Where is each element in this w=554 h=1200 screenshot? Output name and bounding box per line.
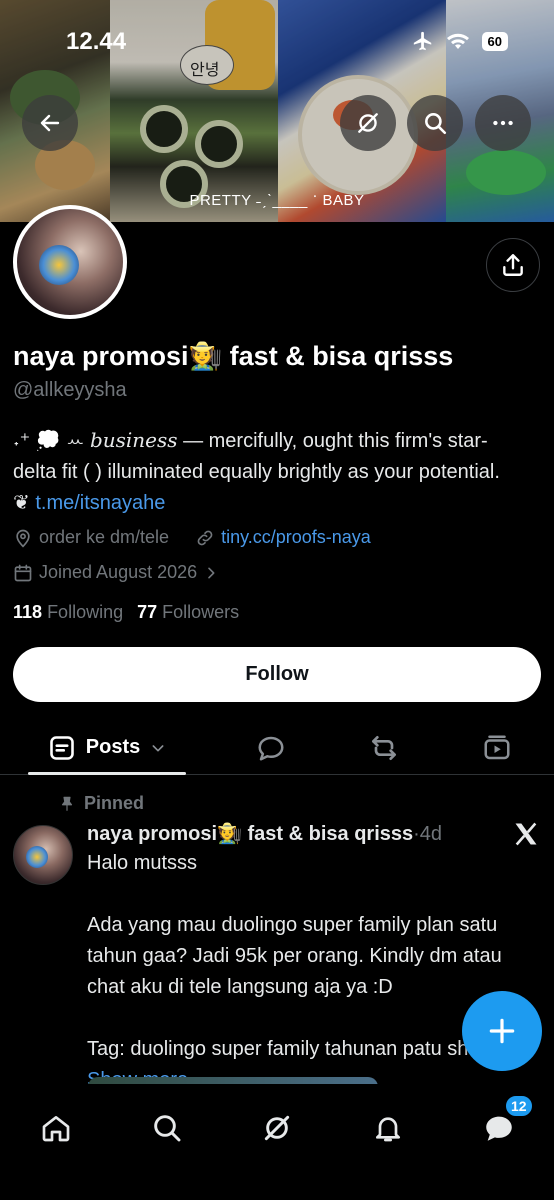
follow-counts: 118 Following 77 Followers bbox=[13, 602, 239, 623]
reply-icon bbox=[258, 736, 284, 760]
post-text: Halo mutsss Ada yang mau duolingo super … bbox=[87, 852, 513, 1060]
post-header: naya promosi🧑‍🌾 fast & bisa qrisss · 4d bbox=[87, 821, 442, 846]
status-icons: 60 bbox=[412, 30, 508, 52]
bio-emoji-prefix: ❦ bbox=[13, 492, 36, 514]
bio-text: — mercifully, ought this firm's star- bbox=[177, 430, 488, 452]
followers-label: Followers bbox=[162, 602, 240, 622]
post-timestamp[interactable]: 4d bbox=[420, 823, 442, 846]
tab-replies[interactable] bbox=[243, 720, 299, 775]
search-icon bbox=[425, 113, 447, 135]
search-button[interactable] bbox=[407, 95, 463, 151]
chevron-down-icon bbox=[152, 744, 164, 751]
active-tab-indicator bbox=[28, 772, 186, 775]
profile-avatar[interactable] bbox=[13, 205, 127, 319]
post-separator: · bbox=[413, 823, 420, 845]
grok-icon bbox=[358, 113, 378, 133]
plus-icon bbox=[489, 1018, 515, 1044]
back-arrow-icon bbox=[40, 114, 60, 132]
avatar-photo-detail bbox=[39, 245, 79, 285]
joined-date: Joined August 2026 bbox=[39, 562, 198, 582]
share-button[interactable] bbox=[486, 238, 540, 292]
location-text: order ke dm/tele bbox=[39, 527, 170, 547]
profile-tabs: Posts bbox=[0, 720, 554, 775]
bottom-navigation bbox=[0, 1084, 554, 1200]
notifications-icon bbox=[376, 1117, 400, 1142]
home-icon bbox=[42, 1116, 70, 1142]
followers-count: 77 bbox=[137, 602, 158, 622]
messages-badge: 12 bbox=[504, 1094, 534, 1118]
bio-telegram-link[interactable]: t.me/itsnayahe bbox=[35, 492, 165, 514]
display-name: naya promosi🧑‍🌾 fast & bisa qrisss bbox=[13, 341, 454, 371]
chevron-right-icon bbox=[208, 567, 215, 578]
nav-notifications[interactable] bbox=[360, 1100, 416, 1156]
bio-emoji-prefix: ˖⁺ 💭 ꕀ bbox=[13, 430, 90, 452]
airplane-icon bbox=[413, 31, 431, 51]
following-count: 118 bbox=[13, 602, 43, 622]
tab-posts[interactable]: Posts bbox=[28, 720, 186, 775]
link-icon bbox=[197, 530, 213, 545]
pin-icon bbox=[61, 796, 73, 811]
tab-videos[interactable] bbox=[469, 720, 525, 775]
grok-button[interactable] bbox=[340, 95, 396, 151]
wifi-icon bbox=[446, 33, 469, 49]
nav-search[interactable] bbox=[139, 1100, 195, 1156]
tab-posts-label: Posts bbox=[85, 736, 141, 758]
more-icon bbox=[493, 120, 513, 126]
grok-icon bbox=[264, 1115, 290, 1141]
user-handle: @allkeyysha bbox=[13, 379, 127, 401]
battery-indicator: 60 bbox=[481, 31, 508, 51]
calendar-icon bbox=[14, 564, 32, 581]
website-link[interactable]: tiny.cc/proofs-naya bbox=[221, 527, 371, 548]
location-icon bbox=[16, 529, 30, 547]
tab-reposts[interactable] bbox=[356, 720, 412, 775]
joined-row[interactable]: Joined August 2026 bbox=[13, 562, 219, 583]
x-logo-icon bbox=[515, 822, 537, 846]
search-icon bbox=[154, 1115, 181, 1142]
bio-line-1: ˖⁺ 💭 ꕀ business — mercifully, ought this… bbox=[13, 425, 543, 457]
bio-italic-word: business bbox=[89, 428, 178, 452]
nav-grok[interactable] bbox=[249, 1100, 305, 1156]
back-button[interactable] bbox=[22, 95, 78, 151]
status-time: 12.44 bbox=[66, 28, 127, 55]
bio-line-2: delta fit ( ) illuminated equally bright… bbox=[13, 461, 500, 483]
more-button[interactable] bbox=[475, 95, 531, 151]
post-author-avatar[interactable] bbox=[13, 825, 73, 885]
share-icon bbox=[503, 254, 523, 276]
profile-bio: ˖⁺ 💭 ꕀ business — mercifully, ought this… bbox=[13, 425, 543, 519]
post-body[interactable]: Halo mutsss Ada yang mau duolingo super … bbox=[87, 848, 537, 1096]
pinned-indicator: Pinned bbox=[58, 793, 144, 814]
avatar-photo-detail bbox=[26, 846, 48, 868]
repost-icon bbox=[372, 735, 396, 760]
posts-icon bbox=[49, 735, 74, 760]
following-label: Following bbox=[47, 602, 124, 622]
pinned-label: Pinned bbox=[84, 793, 145, 813]
compose-post-button[interactable] bbox=[462, 991, 542, 1071]
following-link[interactable]: 118 Following bbox=[13, 602, 123, 623]
follow-button[interactable]: Follow bbox=[13, 647, 541, 702]
post-author-name[interactable]: naya promosi🧑‍🌾 fast & bisa qrisss bbox=[87, 821, 413, 846]
nav-home[interactable] bbox=[28, 1100, 84, 1156]
followers-link[interactable]: 77 Followers bbox=[137, 602, 239, 623]
profile-meta-row: order ke dm/tele tiny.cc/proofs-naya bbox=[13, 527, 371, 548]
bio-line-3: ❦ t.me/itsnayahe bbox=[13, 488, 543, 519]
video-icon bbox=[484, 735, 510, 759]
